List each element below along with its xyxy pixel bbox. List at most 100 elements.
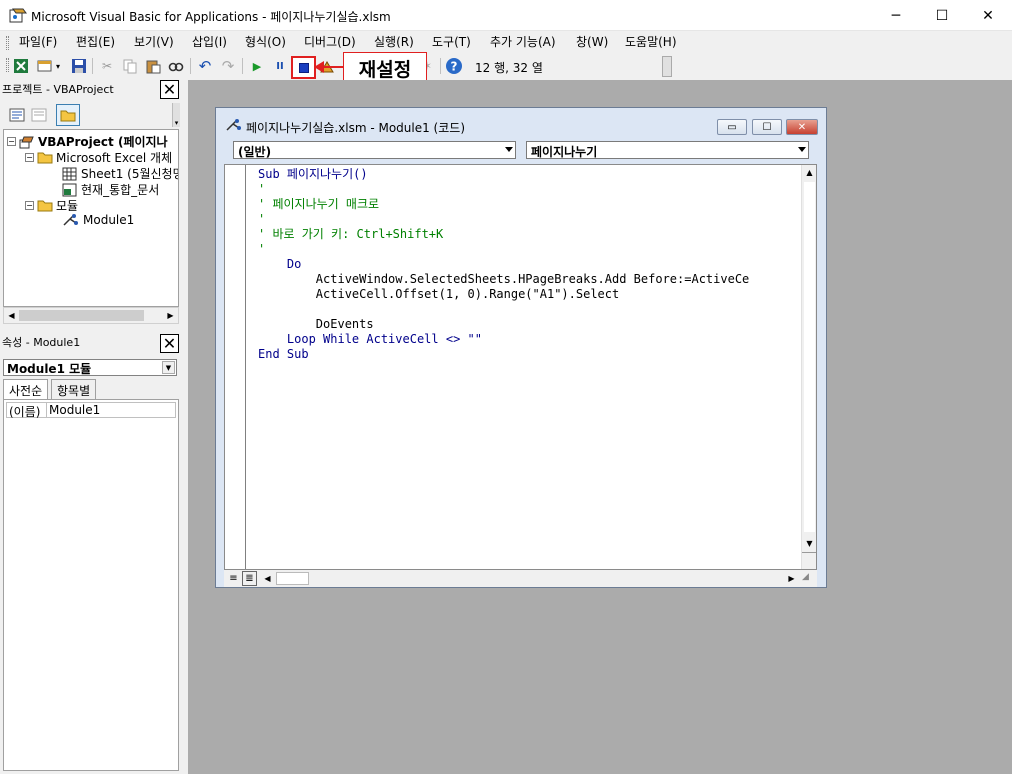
code-line: ActiveWindow.SelectedSheets.HPageBreaks.… bbox=[258, 272, 750, 286]
tree-label: Microsoft Excel 개체 bbox=[56, 151, 173, 165]
scroll-up-icon[interactable]: ▲ bbox=[802, 165, 816, 180]
chevron-down-icon[interactable] bbox=[505, 147, 513, 152]
tab-categorized[interactable]: 항목별 bbox=[51, 379, 97, 400]
find-icon[interactable] bbox=[167, 57, 185, 75]
module-icon bbox=[226, 119, 241, 131]
collapse-icon[interactable]: − bbox=[25, 201, 34, 210]
scroll-left-icon[interactable]: ◀ bbox=[4, 308, 19, 323]
props-pane-title: 속성 - Module1 bbox=[0, 331, 180, 353]
menu-format[interactable]: 형식(O) bbox=[245, 33, 286, 50]
toggle-folders-icon[interactable] bbox=[56, 104, 80, 126]
minimize-button[interactable]: ─ bbox=[873, 0, 919, 31]
indicator-margin bbox=[225, 165, 246, 569]
tree-node-workbook[interactable]: 현재_통합_문서 bbox=[62, 181, 159, 198]
project-toolbar-more[interactable]: ▾ bbox=[172, 103, 180, 127]
full-module-view-icon[interactable]: ≣ bbox=[242, 571, 257, 586]
code-window-titlebar[interactable]: 페이지나누기실습.xlsm - Module1 (코드) ▭ ☐ ✕ bbox=[216, 108, 826, 140]
maximize-button[interactable]: ☐ bbox=[919, 0, 965, 31]
excel-icon[interactable] bbox=[12, 57, 30, 75]
project-pane-title: 프로젝트 - VBAProject bbox=[0, 78, 180, 100]
scroll-right-icon[interactable]: ▶ bbox=[784, 571, 799, 586]
menu-help[interactable]: 도움말(H) bbox=[625, 33, 677, 50]
tree-node-modules[interactable]: − 모듈 bbox=[25, 197, 78, 214]
object-combo-value: (일반) bbox=[238, 145, 272, 159]
props-tabs: 사전순 항목별 bbox=[3, 379, 177, 400]
title-bar: Microsoft Visual Basic for Applications … bbox=[0, 0, 1012, 31]
insert-userform-icon[interactable] bbox=[36, 57, 54, 75]
tab-alphabetic[interactable]: 사전순 bbox=[3, 379, 49, 400]
props-grid: (이름) Module1 bbox=[3, 399, 179, 771]
window-title: Microsoft Visual Basic for Applications … bbox=[31, 10, 391, 24]
scroll-track[interactable] bbox=[804, 182, 815, 532]
menu-view[interactable]: 보기(V) bbox=[134, 33, 174, 50]
menu-bar: 파일(F) 편집(E) 보기(V) 삽입(I) 형식(O) 디버그(D) 실행(… bbox=[0, 31, 1012, 53]
run-icon[interactable]: ▶ bbox=[248, 57, 266, 75]
tree-node-sheet1[interactable]: Sheet1 (5월신청명 bbox=[62, 165, 179, 182]
code-line: ' bbox=[258, 242, 266, 256]
code-window: 페이지나누기실습.xlsm - Module1 (코드) ▭ ☐ ✕ (일반) … bbox=[215, 107, 827, 588]
collapse-icon[interactable]: − bbox=[7, 137, 16, 146]
procedure-combo-value: 페이지나누기 bbox=[531, 145, 598, 159]
chevron-down-icon[interactable] bbox=[798, 147, 806, 152]
redo-icon[interactable]: ↷ bbox=[219, 57, 237, 75]
view-object-icon[interactable] bbox=[30, 106, 48, 124]
menu-insert[interactable]: 삽입(I) bbox=[192, 33, 227, 50]
props-row-name[interactable]: (이름) Module1 bbox=[6, 402, 176, 419]
menu-file[interactable]: 파일(F) bbox=[19, 33, 57, 50]
project-pane-close-button[interactable]: ✕ bbox=[160, 80, 179, 99]
reset-button[interactable] bbox=[291, 56, 316, 79]
module-icon bbox=[63, 214, 78, 226]
menu-edit[interactable]: 편집(E) bbox=[76, 33, 115, 50]
object-combo[interactable]: (일반) bbox=[233, 141, 516, 159]
menu-tools[interactable]: 도구(T) bbox=[432, 33, 471, 50]
resize-grip-icon[interactable]: ◢ bbox=[802, 572, 816, 586]
scroll-down-icon[interactable]: ▼ bbox=[802, 536, 816, 551]
code-line: ActiveCell.Offset(1, 0).Range("A1").Sele… bbox=[258, 287, 620, 301]
folder-icon bbox=[37, 200, 53, 212]
project-hscrollbar[interactable]: ◀ ▶ bbox=[3, 307, 179, 324]
undo-icon[interactable]: ↶ bbox=[196, 57, 214, 75]
tree-label: Module1 bbox=[83, 213, 135, 227]
menu-debug[interactable]: 디버그(D) bbox=[304, 33, 356, 50]
code-vscrollbar[interactable]: ▲ ▼ bbox=[801, 165, 816, 569]
dropdown-arrow-icon[interactable]: ▾ bbox=[53, 57, 63, 75]
paste-icon[interactable] bbox=[144, 57, 162, 75]
cut-icon[interactable]: ✂ bbox=[98, 57, 116, 75]
tree-node-module1[interactable]: Module1 bbox=[62, 213, 134, 227]
code-editor[interactable]: Sub 페이지나누기() ' ' 페이지나누기 매크로 ' ' 바로 가기 키:… bbox=[224, 164, 817, 570]
close-button[interactable]: ✕ bbox=[965, 0, 1011, 31]
procedure-combo[interactable]: 페이지나누기 bbox=[526, 141, 809, 159]
code-minimize-button[interactable]: ▭ bbox=[717, 119, 747, 135]
collapse-icon[interactable]: − bbox=[25, 153, 34, 162]
menu-window[interactable]: 창(W) bbox=[576, 33, 608, 50]
chevron-down-icon[interactable]: ▼ bbox=[162, 361, 175, 374]
tree-label: VBAProject (페이지나 bbox=[38, 135, 168, 149]
toolbar-options-button[interactable] bbox=[662, 56, 672, 77]
menu-run[interactable]: 실행(R) bbox=[374, 33, 414, 50]
view-code-icon[interactable] bbox=[8, 106, 26, 124]
scroll-thumb[interactable] bbox=[19, 310, 144, 321]
menu-addins[interactable]: 추가 기능(A) bbox=[490, 33, 556, 50]
code-line: Sub 페이지나누기() bbox=[258, 167, 368, 181]
help-icon[interactable]: ? bbox=[445, 57, 463, 75]
tree-node-excel-objects[interactable]: − Microsoft Excel 개체 bbox=[25, 149, 172, 166]
h-scroll-thumb[interactable] bbox=[276, 572, 309, 585]
toolbar-separator bbox=[190, 58, 191, 74]
copy-icon[interactable] bbox=[121, 57, 139, 75]
code-line: DoEvents bbox=[258, 317, 374, 331]
prop-value[interactable]: Module1 bbox=[47, 403, 100, 417]
code-maximize-button[interactable]: ☐ bbox=[752, 119, 782, 135]
vba-app-icon bbox=[9, 8, 27, 23]
split-handle[interactable] bbox=[802, 552, 816, 568]
props-pane-close-button[interactable]: ✕ bbox=[160, 334, 179, 353]
scroll-left-icon[interactable]: ◀ bbox=[260, 571, 275, 586]
tree-label: Sheet1 (5월신청명 bbox=[81, 167, 179, 181]
code-line: End Sub bbox=[258, 347, 309, 361]
scroll-right-icon[interactable]: ▶ bbox=[163, 308, 178, 323]
break-icon[interactable]: II bbox=[271, 57, 289, 75]
code-close-button[interactable]: ✕ bbox=[786, 119, 818, 135]
props-object-select[interactable]: Module1 모듈 ▼ bbox=[3, 359, 177, 376]
save-icon[interactable] bbox=[70, 57, 88, 75]
tree-node-vbaproject[interactable]: − VBAProject (페이지나 bbox=[7, 133, 168, 150]
procedure-view-icon[interactable]: ≡ bbox=[226, 571, 241, 586]
